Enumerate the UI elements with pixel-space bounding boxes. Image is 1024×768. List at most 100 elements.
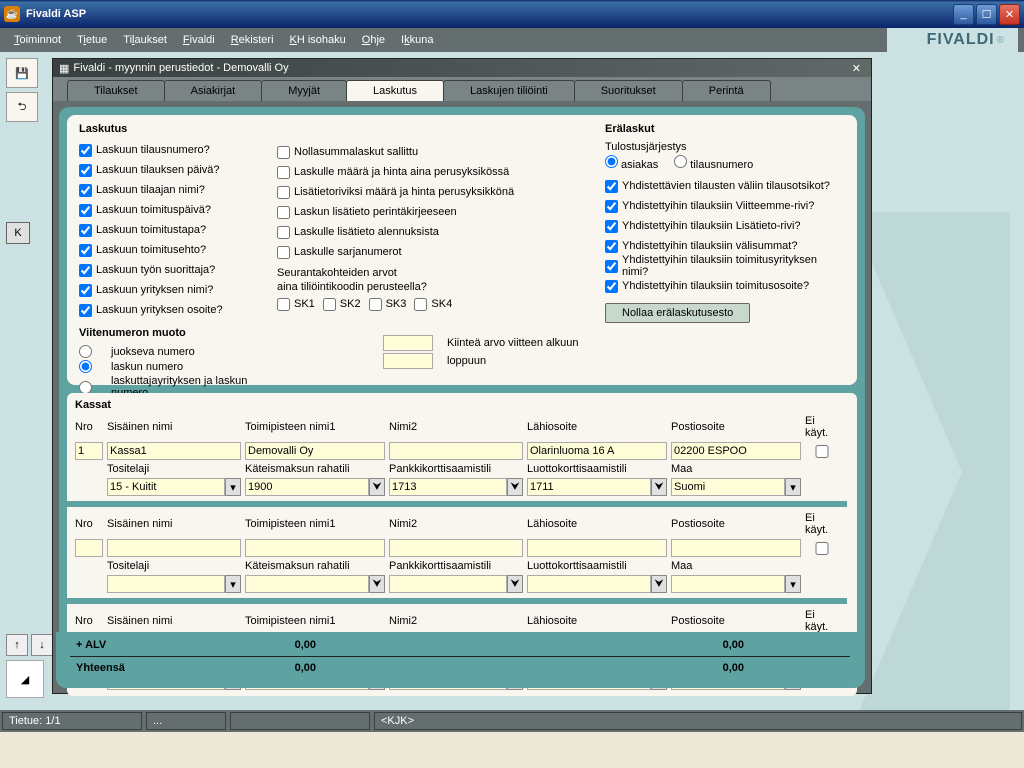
tab-tilaukset[interactable]: Tilaukset bbox=[67, 80, 165, 101]
chk-mid-4[interactable] bbox=[277, 226, 290, 239]
tab-asiakirjat[interactable]: Asiakirjat bbox=[164, 80, 263, 101]
java-icon: ☕ bbox=[4, 6, 20, 22]
menu-rekisteri[interactable]: Rekisteri bbox=[223, 31, 282, 49]
close-button[interactable]: ✕ bbox=[999, 4, 1020, 25]
chk-mid-0[interactable] bbox=[277, 146, 290, 159]
menu-fivaldi[interactable]: Fivaldi bbox=[175, 31, 223, 49]
chk-left-4[interactable] bbox=[79, 224, 92, 237]
stepper-icon[interactable]: ⮟ bbox=[507, 575, 523, 593]
posti-input[interactable] bbox=[671, 442, 801, 460]
era-title: Erälaskut bbox=[605, 123, 845, 135]
chk-era-5[interactable] bbox=[605, 280, 618, 293]
menu-tilaukset[interactable]: Tilaukset bbox=[115, 31, 175, 49]
dropdown-icon[interactable]: ▾ bbox=[225, 575, 241, 593]
chk-left-8[interactable] bbox=[79, 304, 92, 317]
chk-left-3[interactable] bbox=[79, 204, 92, 217]
nimi2-input[interactable] bbox=[389, 539, 523, 557]
stepper-icon[interactable]: ⮟ bbox=[651, 575, 667, 593]
subwindow-close-icon[interactable]: ✕ bbox=[848, 62, 865, 75]
chk-era-4[interactable] bbox=[605, 260, 618, 273]
stepper-icon[interactable]: ⮟ bbox=[369, 478, 385, 496]
chk-left-1[interactable] bbox=[79, 164, 92, 177]
nro-input[interactable] bbox=[75, 442, 103, 460]
pankki-input[interactable] bbox=[389, 575, 507, 593]
chk-era-2[interactable] bbox=[605, 220, 618, 233]
chk-sk4[interactable] bbox=[414, 298, 427, 311]
lahi-input[interactable] bbox=[527, 442, 667, 460]
statusbar: Tietue: 1/1 ... <KJK> bbox=[0, 710, 1024, 732]
dropdown-icon[interactable]: ▾ bbox=[225, 478, 241, 496]
chk-era-3[interactable] bbox=[605, 240, 618, 253]
menu-tietue[interactable]: Tietue bbox=[69, 31, 115, 49]
status-blank bbox=[230, 712, 370, 730]
luotto-input[interactable] bbox=[527, 575, 651, 593]
nro-input[interactable] bbox=[75, 539, 103, 557]
chk-sk2[interactable] bbox=[323, 298, 336, 311]
viite-alku-input[interactable] bbox=[383, 335, 433, 351]
chk-left-0[interactable] bbox=[79, 144, 92, 157]
chk-sk3[interactable] bbox=[369, 298, 382, 311]
dropdown-icon[interactable]: ▾ bbox=[785, 575, 801, 593]
radio-asiakas[interactable] bbox=[605, 155, 618, 168]
tositelaji-input[interactable] bbox=[107, 478, 225, 496]
tab-myyjat[interactable]: Myyjät bbox=[261, 80, 347, 101]
sisainen-input[interactable] bbox=[107, 442, 241, 460]
chk-left-7[interactable] bbox=[79, 284, 92, 297]
menu-ikkuna[interactable]: Ikkuna bbox=[393, 31, 441, 49]
nollaa-button[interactable]: Nollaa erälaskutusesto bbox=[605, 303, 750, 323]
chk-mid-5[interactable] bbox=[277, 246, 290, 259]
kat-input[interactable] bbox=[245, 478, 369, 496]
status-user: <KJK> bbox=[374, 712, 1022, 730]
save-icon[interactable]: 💾 bbox=[6, 58, 38, 88]
chk-mid-1[interactable] bbox=[277, 166, 290, 179]
maximize-button[interactable]: ☐ bbox=[976, 4, 997, 25]
posti-input[interactable] bbox=[671, 539, 801, 557]
sisainen-input[interactable] bbox=[107, 539, 241, 557]
radio-tilausnumero[interactable] bbox=[674, 155, 687, 168]
toimi-input[interactable] bbox=[245, 539, 385, 557]
seurantakohteet-label1: Seurantakohteiden arvot bbox=[277, 267, 587, 279]
pankki-input[interactable] bbox=[389, 478, 507, 496]
chk-left-6[interactable] bbox=[79, 264, 92, 277]
stepper-icon[interactable]: ⮟ bbox=[369, 575, 385, 593]
chk-mid-2[interactable] bbox=[277, 186, 290, 199]
chk-era-1[interactable] bbox=[605, 200, 618, 213]
up-button[interactable]: ↑ bbox=[6, 634, 28, 656]
dropdown-icon[interactable]: ▾ bbox=[785, 478, 801, 496]
tositelaji-input[interactable] bbox=[107, 575, 225, 593]
luotto-input[interactable] bbox=[527, 478, 651, 496]
nimi2-input[interactable] bbox=[389, 442, 523, 460]
chk-sk1[interactable] bbox=[277, 298, 290, 311]
eikayt-check[interactable] bbox=[805, 542, 839, 555]
radio-laskuttaja[interactable] bbox=[79, 381, 92, 394]
chk-era-0[interactable] bbox=[605, 180, 618, 193]
menu-toiminnot[interactable]: Toiminnot bbox=[6, 31, 69, 49]
toimi-input[interactable] bbox=[245, 442, 385, 460]
radio-laskun-numero[interactable] bbox=[79, 360, 92, 373]
status-dots: ... bbox=[146, 712, 226, 730]
k-button[interactable]: K bbox=[6, 222, 30, 244]
menu-ohje[interactable]: Ohje bbox=[354, 31, 393, 49]
radio-juokseva[interactable] bbox=[79, 345, 92, 358]
viite-loppu-input[interactable] bbox=[383, 353, 433, 369]
menu-khisohaku[interactable]: KH isohaku bbox=[282, 31, 354, 49]
kat-input[interactable] bbox=[245, 575, 369, 593]
chk-mid-3[interactable] bbox=[277, 206, 290, 219]
stepper-icon[interactable]: ⮟ bbox=[507, 478, 523, 496]
lahi-input[interactable] bbox=[527, 539, 667, 557]
chk-left-5[interactable] bbox=[79, 244, 92, 257]
eikayt-check[interactable] bbox=[805, 445, 839, 458]
maa-input[interactable] bbox=[671, 575, 785, 593]
tab-laskujen-tiliointi[interactable]: Laskujen tiliöinti bbox=[443, 80, 575, 101]
tab-perinta[interactable]: Perintä bbox=[682, 80, 771, 101]
tab-suoritukset[interactable]: Suoritukset bbox=[574, 80, 683, 101]
status-tietue: Tietue: 1/1 bbox=[2, 712, 142, 730]
fivaldi-logo-icon: ◢ bbox=[6, 660, 44, 698]
stepper-icon[interactable]: ⮟ bbox=[651, 478, 667, 496]
maa-input[interactable] bbox=[671, 478, 785, 496]
minimize-button[interactable]: _ bbox=[953, 4, 974, 25]
tab-laskutus[interactable]: Laskutus bbox=[346, 80, 444, 101]
down-button[interactable]: ↓ bbox=[31, 634, 53, 656]
chk-left-2[interactable] bbox=[79, 184, 92, 197]
back-icon[interactable]: ⮌ bbox=[6, 92, 38, 122]
